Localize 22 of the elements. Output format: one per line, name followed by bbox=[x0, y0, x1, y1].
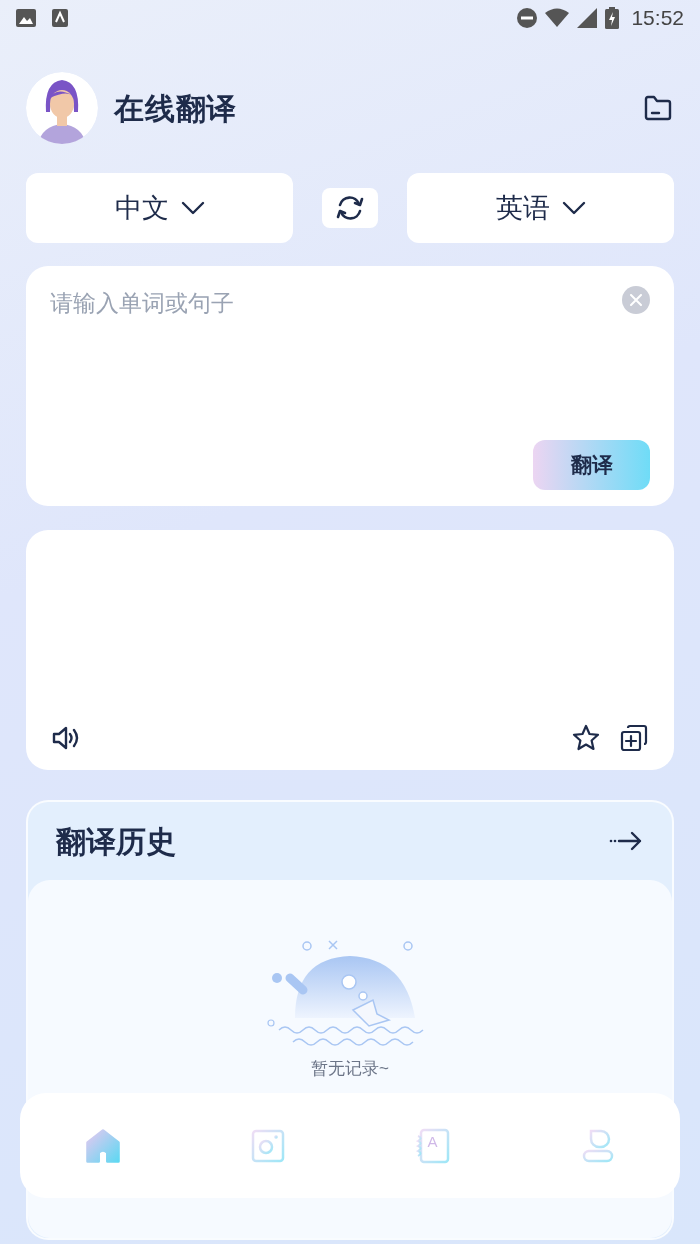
empty-state-text: 暂无记录~ bbox=[311, 1058, 389, 1080]
letter-label: A bbox=[427, 1133, 438, 1149]
signal-icon bbox=[577, 8, 598, 28]
chevron-down-icon bbox=[180, 201, 205, 215]
translate-button[interactable]: 翻译 bbox=[533, 440, 650, 490]
close-icon bbox=[630, 294, 642, 306]
history-title: 翻译历史 bbox=[56, 823, 176, 860]
battery-icon bbox=[605, 7, 620, 29]
wifi-icon bbox=[545, 8, 570, 28]
target-language-select[interactable]: 英语 bbox=[407, 173, 674, 243]
do-not-disturb-icon bbox=[517, 8, 538, 28]
input-field[interactable]: 请输入单词或句子 翻译 bbox=[26, 266, 674, 506]
image-icon bbox=[16, 9, 36, 27]
chevron-down-icon bbox=[561, 201, 586, 215]
swap-button[interactable] bbox=[322, 188, 378, 228]
status-time: 15:52 bbox=[631, 5, 684, 32]
swap-icon bbox=[335, 194, 365, 222]
avatar-icon bbox=[26, 72, 98, 144]
notification-icon bbox=[52, 9, 68, 27]
source-language-select[interactable]: 中文 bbox=[26, 173, 293, 243]
app-title: 在线翻译 bbox=[114, 90, 237, 127]
copy-icon[interactable] bbox=[618, 722, 650, 754]
